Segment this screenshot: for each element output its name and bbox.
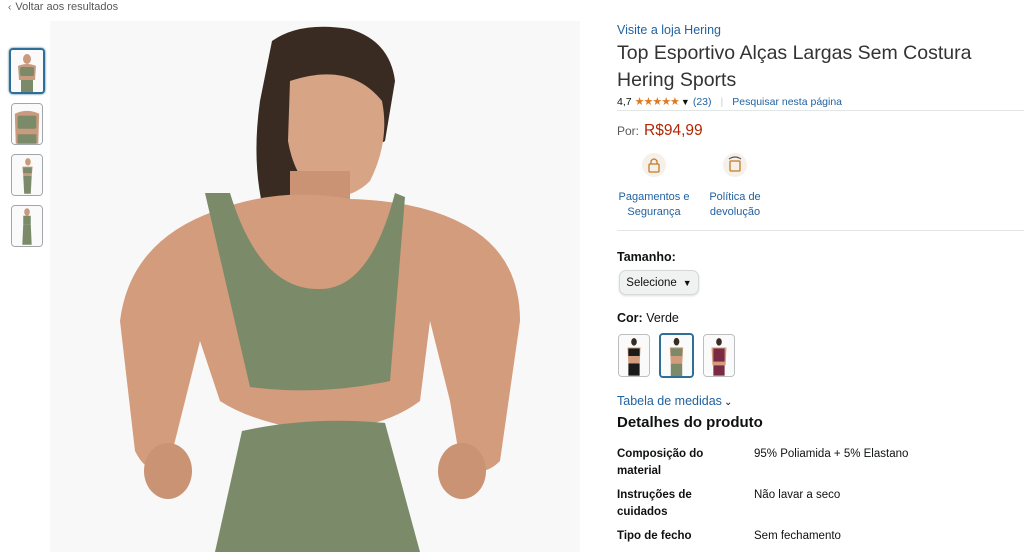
size-chart-label: Tabela de medidas (617, 394, 722, 408)
detail-value: 95% Poliamida + 5% Elastano (754, 448, 909, 460)
thumbnail-2[interactable] (11, 103, 43, 145)
product-title: Top Esportivo Alças Largas Sem Costura H… (617, 42, 972, 91)
chevron-down-icon: ▼ (682, 277, 692, 288)
detail-key: Instruções de cuidados (617, 489, 692, 518)
detail-key: Tipo de fecho (617, 530, 692, 542)
color-label: Cor: (617, 311, 643, 325)
rating-stars-icon[interactable]: ★★★★★ (635, 95, 680, 108)
swatch-image (619, 335, 649, 376)
chevron-down-icon: ⌄ (723, 397, 733, 408)
rating-row: 4,7 ★★★★★ ▼ (23) | Pesquisar nesta págin… (617, 95, 842, 109)
thumbnail-4[interactable] (11, 205, 43, 247)
model-wearing-green-top-image (50, 21, 580, 552)
feature-label: Pagamentos e Segurança (618, 191, 690, 218)
search-this-page-link[interactable]: Pesquisar nesta página (732, 96, 842, 108)
color-swatch-black[interactable] (618, 334, 650, 377)
detail-key: Composição do material (617, 448, 704, 477)
back-label: Voltar aos resultados (15, 1, 119, 13)
lock-card-icon (641, 152, 667, 178)
color-value: Verde (646, 311, 679, 325)
feature-label: Política de devolução (709, 191, 761, 218)
chevron-down-icon[interactable]: ▼ (681, 97, 690, 107)
color-swatch-green[interactable] (659, 333, 694, 378)
return-box-icon (722, 152, 748, 178)
feature-payment-security[interactable]: Pagamentos e Segurança (614, 152, 694, 220)
price-block: Por: R$94,99 (617, 122, 703, 140)
ratings-count-link[interactable]: (23) (693, 96, 712, 108)
price-label: Por: (617, 124, 640, 138)
product-details-heading: Detalhes do produto (617, 414, 763, 431)
thumbnail-1[interactable] (9, 48, 45, 94)
thumbnail-image (12, 206, 42, 246)
thumbnail-image (11, 50, 43, 92)
chevron-left-icon: ‹ (8, 2, 12, 13)
swatch-image (704, 335, 734, 376)
thumbnail-image (12, 104, 42, 144)
divider (617, 230, 1024, 231)
main-product-image[interactable] (50, 21, 580, 552)
back-to-results-link[interactable]: ‹ Voltar aos resultados (8, 1, 118, 13)
divider (617, 110, 1024, 111)
swatch-image (661, 335, 692, 376)
size-chart-link[interactable]: Tabela de medidas ⌄ (617, 394, 732, 408)
separator: | (720, 95, 724, 108)
size-select-value: Selecione (626, 276, 677, 289)
rating-value: 4,7 (617, 95, 632, 108)
store-link[interactable]: Visite a loja Hering (617, 23, 721, 37)
color-label-row: Cor: Verde (617, 311, 679, 325)
detail-value: Sem fechamento (754, 530, 841, 542)
image-thumbnails (9, 48, 45, 256)
size-select[interactable]: Selecione ▼ (619, 270, 699, 295)
price-value: R$94,99 (644, 122, 703, 139)
detail-value: Não lavar a seco (754, 489, 841, 501)
thumbnail-image (12, 155, 42, 195)
thumbnail-3[interactable] (11, 154, 43, 196)
feature-return-policy[interactable]: Política de devolução (695, 152, 775, 220)
color-swatch-wine[interactable] (703, 334, 735, 377)
size-label: Tamanho: (617, 250, 676, 264)
